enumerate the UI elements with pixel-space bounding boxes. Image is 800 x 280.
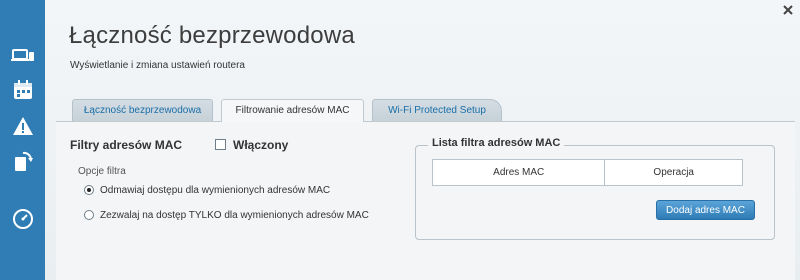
deny-radio[interactable] [84,185,94,195]
alert-icon[interactable] [10,113,36,139]
sidebar [0,0,45,280]
column-header-operation: Operacja [604,159,743,186]
speed-icon[interactable] [10,206,36,232]
update-icon[interactable] [10,149,36,175]
devices-icon[interactable] [10,42,36,68]
tab-wps[interactable]: Wi-Fi Protected Setup [372,99,502,121]
mac-list-table: Adres MAC Operacja [431,159,743,186]
column-header-mac: Adres MAC [431,159,606,186]
calendar-icon[interactable] [10,77,36,103]
enable-checkbox[interactable] [215,139,226,150]
tab-mac-filtering[interactable]: Filtrowanie adresów MAC [221,99,364,122]
enable-label: Włączony [233,138,289,152]
mac-list-legend: Lista filtra adresów MAC [428,137,565,149]
tab-panel: Filtry adresów MAC Włączony Opcje filtra… [56,121,795,280]
filter-options-label: Opcje filtra [78,166,126,177]
tab-wireless[interactable]: Łączność bezprzewodowa [72,99,213,121]
mac-filters-heading: Filtry adresów MAC [70,138,183,152]
page-title: Łączność bezprzewodowa [69,22,355,49]
allow-radio-label: Zezwalaj na dostęp TYLKO dla wymienionyc… [100,210,369,221]
allow-radio[interactable] [84,210,94,220]
page-subtitle: Wyświetlanie i zmiana ustawień routera [70,60,245,71]
table-header-row: Adres MAC Operacja [431,159,743,186]
add-mac-button[interactable]: Dodaj adres MAC [656,200,755,220]
deny-radio-label: Odmawiaj dostępu dla wymienionych adresó… [100,185,331,196]
close-icon[interactable] [782,3,794,15]
main-content: Łączność bezprzewodowa Wyświetlanie i zm… [45,0,800,280]
